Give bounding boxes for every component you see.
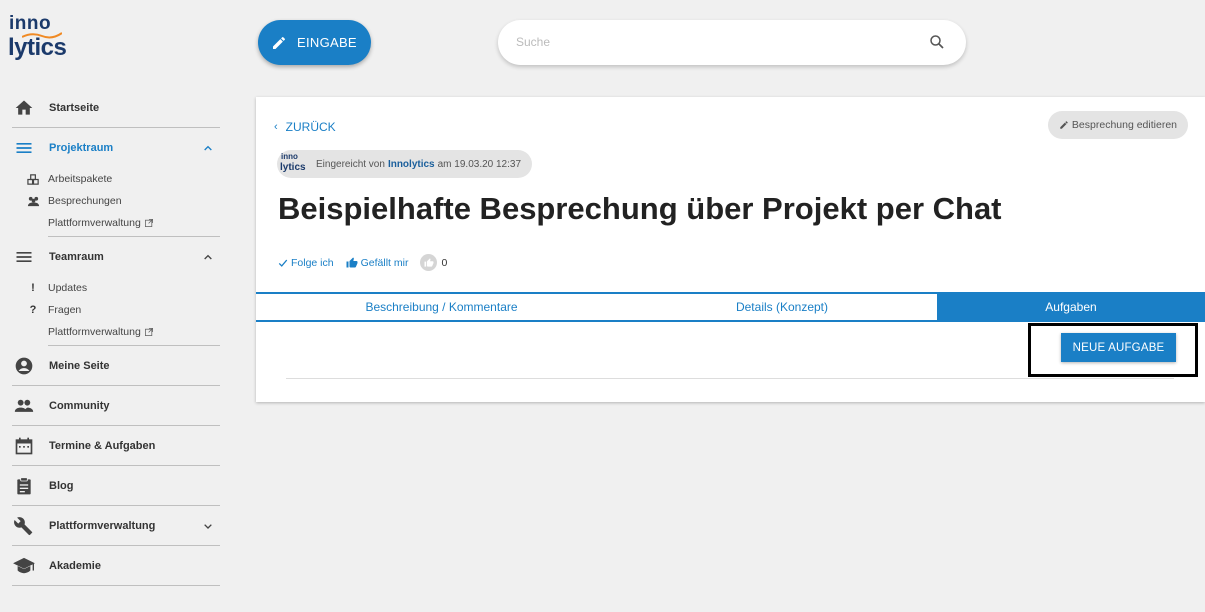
new-task-button[interactable]: NEUE AUFGABE <box>1061 333 1176 362</box>
sidebar-item-label: Blog <box>49 479 74 492</box>
sidebar-item-akademie[interactable]: Akademie <box>12 546 220 586</box>
thumbs-up-icon <box>346 257 358 268</box>
menu-icon <box>12 245 36 269</box>
sidebar-item-teamraum[interactable]: Teamraum <box>12 237 220 277</box>
question-icon: ? <box>29 304 37 316</box>
eingabe-button[interactable]: EINGABE <box>258 20 371 65</box>
people-icon <box>12 394 36 418</box>
external-link-icon <box>144 219 153 227</box>
sidebar-subitem-label: Besprechungen <box>48 195 122 207</box>
submitted-date: am 19.03.20 12:37 <box>437 158 522 170</box>
sidebar-subitem-label: Fragen <box>48 304 82 316</box>
sidebar-subitem-arbeitspakete[interactable]: Arbeitspakete <box>26 168 220 190</box>
sidebar-item-projektraum[interactable]: Projektraum <box>12 128 220 168</box>
search-icon[interactable] <box>928 33 946 51</box>
chevron-down-icon[interactable] <box>200 518 216 534</box>
sidebar-subitem-label: Plattformverwaltung <box>48 217 141 229</box>
sidebar-item-meine-seite[interactable]: Meine Seite <box>12 346 220 386</box>
sidebar-item-label: Startseite <box>49 101 100 114</box>
account-circle-icon <box>12 354 36 378</box>
group-icon <box>26 194 40 208</box>
like-count-icon <box>420 254 438 271</box>
wrench-icon <box>12 514 36 538</box>
sidebar-subitem-besprechungen[interactable]: Besprechungen <box>27 190 220 212</box>
logo-text-line2: lytics <box>8 34 67 61</box>
sidebar-subitem-plattformverwaltung[interactable]: Plattformverwaltung <box>48 212 220 234</box>
calendar-icon <box>12 434 36 458</box>
sidebar-item-label: Meine Seite <box>49 359 110 372</box>
cubes-icon <box>26 172 40 186</box>
chevron-up-icon[interactable] <box>200 249 216 265</box>
check-icon <box>278 259 288 267</box>
edit-meeting-button[interactable]: Besprechung editieren <box>1047 111 1188 139</box>
sidebar-subitem-label: Plattformverwaltung <box>48 326 141 338</box>
sidebar-item-startseite[interactable]: Startseite <box>12 88 220 128</box>
sidebar-subitem-label: Arbeitspakete <box>48 173 113 185</box>
sidebar-item-blog[interactable]: Blog <box>12 466 220 506</box>
sidebar-item-label: Community <box>49 399 110 412</box>
pencil-icon <box>273 36 285 49</box>
author-link[interactable]: Innolytics <box>388 159 435 170</box>
follow-label: Folge ich <box>291 256 334 269</box>
chevron-up-icon[interactable] <box>200 140 216 156</box>
sidebar-item-plattformverwaltung[interactable]: Plattformverwaltung <box>12 506 220 546</box>
tab-bar: Beschreibung / Kommentare Details (Konze… <box>256 292 1205 322</box>
search-bar <box>498 20 966 65</box>
clipboard-icon <box>12 474 36 498</box>
exclamation-icon: ! <box>31 282 35 294</box>
divider <box>286 378 1174 379</box>
tab-aufgaben[interactable]: Aufgaben <box>937 294 1205 320</box>
follow-button[interactable]: Folge ich <box>278 257 334 269</box>
sidebar-item-label: Termine & Aufgaben <box>49 439 156 452</box>
sidebar-subitem-label: Updates <box>48 282 88 294</box>
page-title: Beispielhafte Besprechung über Projekt p… <box>278 191 1002 226</box>
sidebar-subitem-updates[interactable]: ! Updates <box>31 277 220 299</box>
author-avatar: inno lytics <box>280 153 306 175</box>
back-label: ZURÜCK <box>285 120 336 134</box>
meeting-actions: Folge ich Gefällt mir 0 <box>278 254 447 271</box>
sidebar-item-label: Teamraum <box>49 251 104 263</box>
projektraum-submenu: Arbeitspakete Besprechungen Plattformver… <box>26 168 220 237</box>
innolytics-logo[interactable]: inno lytics <box>8 14 68 64</box>
sidebar-item-label: Akademie <box>49 559 101 572</box>
like-label: Gefällt mir <box>360 256 409 269</box>
edit-meeting-label: Besprechung editieren <box>1071 119 1177 131</box>
home-icon <box>12 96 36 120</box>
tab-details-konzept[interactable]: Details (Konzept) <box>627 294 937 320</box>
tab-beschreibung-kommentare[interactable]: Beschreibung / Kommentare <box>256 294 627 320</box>
submitted-by-badge: inno lytics Eingereicht von Innolytics a… <box>277 150 533 178</box>
sidebar-item-label: Plattformverwaltung <box>49 519 156 532</box>
like-button[interactable]: Gefällt mir <box>346 256 409 269</box>
teamraum-submenu: ! Updates ? Fragen Plattformverwaltung <box>30 277 220 346</box>
sidebar-subitem-fragen[interactable]: ? Fragen <box>30 299 220 321</box>
back-link[interactable]: ‹ ZURÜCK <box>274 120 336 134</box>
pencil-icon <box>1060 121 1068 129</box>
menu-icon <box>12 136 36 160</box>
external-link-icon <box>144 328 153 336</box>
avatar-text-line1: inno <box>281 152 298 161</box>
graduation-cap-icon <box>12 554 36 578</box>
search-input[interactable] <box>516 32 896 52</box>
sidebar-item-label: Projektraum <box>49 142 114 154</box>
like-count: 0 <box>441 256 448 269</box>
avatar-text-line2: lytics <box>280 162 306 173</box>
sidebar-item-community[interactable]: Community <box>12 386 220 426</box>
sidebar-item-termine-aufgaben[interactable]: Termine & Aufgaben <box>12 426 220 466</box>
submitted-prefix: Eingereicht von <box>316 158 385 170</box>
eingabe-label: EINGABE <box>297 35 357 50</box>
chevron-left-icon: ‹ <box>274 121 278 133</box>
meeting-detail-card: ‹ ZURÜCK Besprechung editieren inno lyti… <box>256 97 1205 402</box>
sidebar-subitem-plattformverwaltung[interactable]: Plattformverwaltung <box>48 321 220 343</box>
sidebar: Startseite Projektraum Arbeitspakete Bes… <box>12 88 220 586</box>
